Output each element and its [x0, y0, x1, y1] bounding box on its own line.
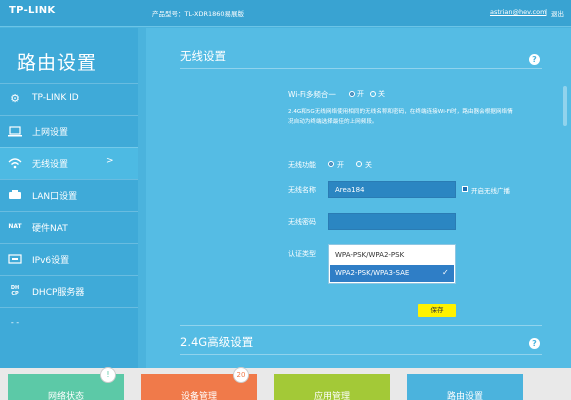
- sidebar-item-label: 无线设置: [32, 160, 69, 170]
- save-button[interactable]: 保存: [418, 304, 456, 317]
- tile-label: 应用管理: [313, 392, 350, 400]
- tile-label: 路由设置: [446, 392, 483, 400]
- broadcast-checkbox[interactable]: [462, 186, 468, 192]
- sidebar-item-nat[interactable]: NAT 硬件NAT: [0, 211, 138, 243]
- auth-option-wpa2-wpa3[interactable]: WPA2-PSK/WPA3-SAE ✓: [330, 265, 454, 282]
- sidebar-item-label: IPv6设置: [32, 256, 70, 266]
- auth-option-wpa-wpa2[interactable]: WPA-PSK/WPA2-PSK: [335, 251, 404, 259]
- product-model: 产品型号：TL-XDR1860易展版: [152, 10, 245, 18]
- auth-type-dropdown[interactable]: WPA-PSK/WPA2-PSK WPA2-PSK/WPA3-SAE ✓: [328, 244, 456, 284]
- chevron-right-icon: >: [106, 156, 114, 166]
- logout-link[interactable]: 退出: [551, 8, 564, 18]
- tile-app-management[interactable]: 应用管理: [274, 374, 390, 400]
- more-icon: - -: [10, 318, 20, 327]
- wireless-off-radio[interactable]: [356, 161, 362, 167]
- auth-option-label: WPA2-PSK/WPA3-SAE: [335, 269, 410, 277]
- wifi-icon: [8, 157, 22, 169]
- brand-logo: TP-LINK: [9, 5, 56, 16]
- wireless-on-radio[interactable]: [328, 161, 334, 167]
- main-panel: 无线设置 ? Wi-Fi多频合一 开 关 2.4G和5G无线网络使用相同的无线名…: [146, 28, 571, 368]
- password-label: 无线密码: [288, 218, 316, 226]
- laptop-icon: [8, 125, 22, 137]
- wireless-off-label: 关: [365, 161, 372, 169]
- help-icon[interactable]: ?: [529, 338, 540, 349]
- sidebar-item-label: 硬件NAT: [32, 224, 68, 234]
- dhcp-icon: DH CP: [10, 285, 20, 297]
- user-account-link[interactable]: astrian@hev.com: [490, 8, 546, 16]
- wifi-multi-on-radio[interactable]: [349, 91, 355, 97]
- section-divider: [180, 68, 542, 69]
- ssid-label: 无线名称: [288, 186, 316, 194]
- wifi-multi-off-radio[interactable]: [370, 91, 376, 97]
- sidebar-item-wireless[interactable]: 无线设置 >: [0, 147, 138, 179]
- sidebar-item-label: TP-LINK ID: [32, 93, 79, 103]
- password-input[interactable]: [328, 213, 456, 230]
- sidebar-item-label: LAN口设置: [32, 192, 78, 202]
- sidebar-item-dhcp[interactable]: DH CP DHCP服务器: [0, 275, 138, 307]
- ssid-value: Area184: [335, 186, 365, 194]
- tile-router-settings[interactable]: 路由设置: [407, 374, 523, 400]
- separator: |: [545, 8, 548, 16]
- tile-label: 设备管理: [180, 392, 217, 400]
- sidebar-item-more[interactable]: - -: [0, 307, 138, 339]
- ipv6-icon: [8, 253, 22, 265]
- sidebar-item-lan[interactable]: LAN口设置: [0, 179, 138, 211]
- lan-icon: [8, 189, 22, 201]
- device-count-badge: 20: [233, 367, 249, 383]
- bottom-nav: 网络状态 ! 设备管理 20 应用管理 路由设置: [0, 367, 571, 400]
- gear-icon: ⚙: [10, 92, 20, 105]
- top-bar: TP-LINK 产品型号：TL-XDR1860易展版 astrian@hev.c…: [0, 0, 571, 27]
- sidebar-item-label: DHCP服务器: [32, 288, 85, 298]
- auth-type-label: 认证类型: [288, 250, 316, 258]
- broadcast-label: 开启无线广播: [471, 187, 510, 195]
- help-icon[interactable]: ?: [529, 54, 540, 65]
- sidebar-item-tplink-id[interactable]: ⚙ TP-LINK ID: [0, 83, 138, 115]
- section-divider: [180, 325, 542, 326]
- nat-icon: NAT: [8, 223, 22, 230]
- sidebar-item-ipv6[interactable]: IPv6设置: [0, 243, 138, 275]
- sidebar-item-internet[interactable]: 上网设置: [0, 115, 138, 147]
- tile-device-management[interactable]: 设备管理 20: [141, 367, 257, 400]
- scrollbar[interactable]: [563, 86, 567, 126]
- sidebar-item-label: 上网设置: [32, 128, 69, 138]
- section-divider: [180, 354, 542, 355]
- wireless-function-label: 无线功能: [288, 161, 316, 169]
- ssid-input[interactable]: Area184: [328, 181, 456, 198]
- wireless-on-label: 开: [337, 161, 344, 169]
- section-title-24g-advanced: 2.4G高级设置: [180, 335, 254, 349]
- wifi-multi-on-label: 开: [357, 90, 364, 98]
- tile-network-status[interactable]: 网络状态 !: [8, 367, 124, 400]
- wifi-multi-label: Wi-Fi多频合一: [288, 90, 336, 99]
- checkmark-icon: ✓: [442, 268, 449, 277]
- sidebar: 路由设置 ⚙ TP-LINK ID 上网设置 无线设置 > LAN口设置 NAT…: [0, 28, 138, 368]
- wifi-multi-description: 2.4G和5G无线网络使用相同的无线名称和密码，在终端连接Wi-Fi时，路由器会…: [288, 109, 513, 125]
- alert-badge: !: [100, 367, 116, 383]
- tile-label: 网络状态: [47, 392, 84, 400]
- sidebar-title: 路由设置: [17, 52, 98, 74]
- section-title-wireless: 无线设置: [180, 49, 226, 63]
- wifi-multi-off-label: 关: [378, 90, 385, 98]
